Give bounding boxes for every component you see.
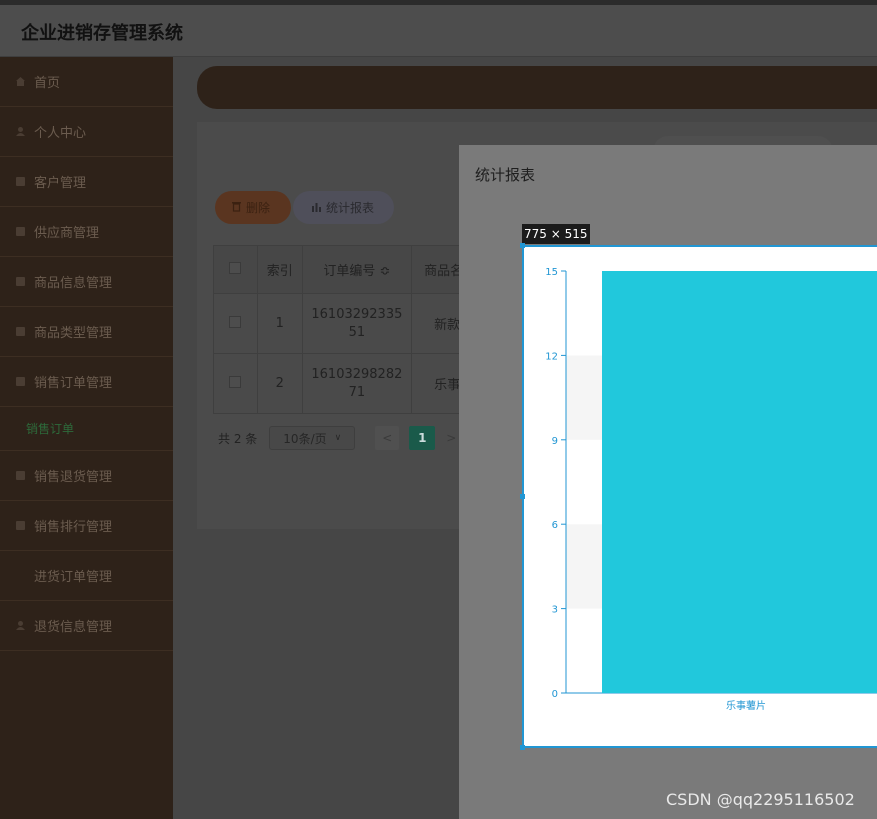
- list-icon: [14, 276, 26, 288]
- row-checkbox[interactable]: [229, 375, 242, 388]
- sidebar-item-5[interactable]: 商品类型管理: [0, 307, 173, 357]
- watermark: CSDN @qq2295116502: [666, 790, 855, 809]
- cell-order-no: 1610329828271: [301, 353, 413, 414]
- sidebar-item-label: 进货订单管理: [34, 570, 113, 585]
- sidebar-item-8[interactable]: 销售排行管理: [0, 501, 173, 551]
- app-title: 企业进销存管理系统: [21, 23, 183, 44]
- list-icon: [14, 470, 26, 482]
- home-icon: [14, 76, 26, 88]
- sidebar-item-label: 客户管理: [34, 176, 87, 191]
- y-tick-label: 6: [552, 520, 558, 531]
- sidebar-item-2[interactable]: 客户管理: [0, 157, 173, 207]
- list-icon: [14, 376, 26, 388]
- select-all-checkbox[interactable]: [229, 261, 242, 274]
- app-header: 企业进销存管理系统: [0, 5, 877, 57]
- sidebar-item-label: 销售排行管理: [34, 520, 113, 535]
- sidebar-item-4[interactable]: 商品信息管理: [0, 257, 173, 307]
- row-checkbox[interactable]: [229, 315, 242, 328]
- prev-page-button[interactable]: <: [375, 426, 400, 450]
- delete-button-label: 删除: [246, 201, 271, 215]
- page-size-select[interactable]: 10条/页 ∨: [269, 426, 356, 450]
- y-tick-label: 0: [552, 689, 558, 700]
- pagination: 共 2 条 10条/页 ∨ < 1 >: [218, 426, 461, 450]
- sidebar-item-9[interactable]: 进货订单管理: [0, 551, 173, 601]
- y-tick-label: 15: [545, 267, 558, 278]
- row-select-cell[interactable]: [213, 353, 258, 414]
- bar-chart-icon: [311, 201, 322, 215]
- table-header-row: 索引 订单编号 ≎ 商品名: [213, 245, 473, 294]
- list-icon: [14, 226, 26, 238]
- blank-icon: [14, 570, 26, 582]
- bar: [602, 271, 877, 693]
- column-header-index: 索引: [256, 245, 303, 294]
- y-tick-label: 3: [552, 605, 558, 616]
- sidebar-item-0[interactable]: 首页: [0, 57, 173, 107]
- sidebar-item-label: 个人中心: [34, 126, 87, 141]
- cell-order-no: 1610329233551: [301, 293, 413, 354]
- chart-container[interactable]: 0 3 6 9 12 15 乐事薯片: [522, 245, 877, 748]
- sidebar-item-label: 首页: [34, 76, 61, 91]
- sidebar-subitem-sales-order[interactable]: 销售订单: [0, 407, 173, 451]
- chevron-down-icon: ∨: [334, 433, 342, 443]
- user-icon: [14, 126, 26, 138]
- list-icon: [14, 520, 26, 532]
- orders-table: 索引 订单编号 ≎ 商品名 1 1610329233551 新款 2 161032982…: [213, 245, 473, 414]
- breadcrumb-banner: [197, 66, 877, 109]
- sidebar-subitem-label: 销售订单: [26, 422, 75, 436]
- user-icon: [14, 620, 26, 632]
- table-row[interactable]: 1 1610329233551 新款: [213, 293, 473, 354]
- row-select-cell[interactable]: [213, 293, 258, 354]
- list-icon: [14, 326, 26, 338]
- delete-button[interactable]: 删除: [215, 191, 291, 224]
- column-header-order-no[interactable]: 订单编号 ≎: [301, 245, 413, 294]
- resize-handle-top-left[interactable]: [520, 243, 525, 248]
- cell-index: 2: [256, 353, 303, 414]
- sidebar-item-label: 销售订单管理: [34, 376, 113, 391]
- trash-icon: [231, 200, 242, 215]
- sidebar-item-label: 商品信息管理: [34, 276, 113, 291]
- resize-handle-left[interactable]: [520, 494, 525, 499]
- stats-report-button[interactable]: 统计报表: [293, 191, 394, 224]
- sidebar-item-label: 商品类型管理: [34, 326, 113, 341]
- sidebar-item-3[interactable]: 供应商管理: [0, 207, 173, 257]
- select-all-cell[interactable]: [213, 245, 258, 294]
- list-icon: [14, 176, 26, 188]
- sidebar-item-10[interactable]: 退货信息管理: [0, 601, 173, 651]
- sidebar-item-label: 销售退货管理: [34, 470, 113, 485]
- page-number-current[interactable]: 1: [409, 426, 436, 450]
- sidebar: 首页个人中心客户管理供应商管理商品信息管理 商品类型管理 销售订单管理 销售订单 销…: [0, 57, 173, 819]
- dialog-title: 统计报表: [475, 166, 536, 184]
- size-tooltip: 775 × 515: [522, 224, 590, 244]
- pagination-total: 共 2 条: [218, 431, 258, 446]
- y-tick-label: 9: [552, 436, 558, 447]
- x-tick-label: 乐事薯片: [726, 699, 766, 712]
- page-size-value: 10条/页: [283, 431, 327, 446]
- resize-handle-bottom-left[interactable]: [520, 745, 525, 750]
- sidebar-item-label: 供应商管理: [34, 226, 100, 241]
- cell-index: 1: [256, 293, 303, 354]
- sidebar-item-6[interactable]: 销售订单管理: [0, 357, 173, 407]
- sidebar-item-7[interactable]: 销售退货管理: [0, 451, 173, 501]
- bar-chart: 0 3 6 9 12 15 乐事薯片: [545, 267, 877, 712]
- table-row[interactable]: 2 1610329828271 乐事: [213, 353, 473, 414]
- stats-button-label: 统计报表: [326, 201, 375, 215]
- sidebar-item-label: 退货信息管理: [34, 620, 113, 635]
- y-tick-label: 12: [545, 351, 558, 362]
- sidebar-item-1[interactable]: 个人中心: [0, 107, 173, 157]
